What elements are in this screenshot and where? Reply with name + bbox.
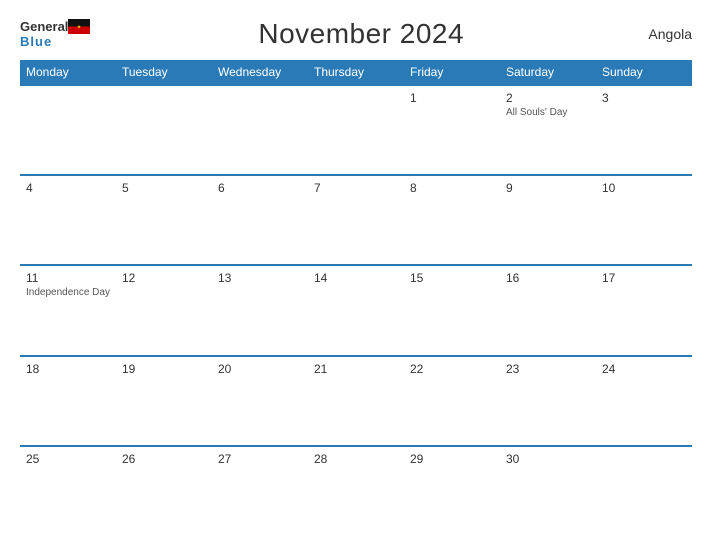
day-number: 18 [26,362,110,376]
calendar-cell: 25 [20,446,116,536]
calendar-cell: 23 [500,356,596,446]
col-saturday: Saturday [500,60,596,85]
calendar-cell: 1 [404,85,500,175]
day-number: 6 [218,181,302,195]
holiday-label: All Souls' Day [506,107,590,118]
calendar-cell: 3 [596,85,692,175]
day-number: 12 [122,271,206,285]
calendar-page: General ✦ Blue Novem [0,0,712,550]
calendar-cell: 14 [308,265,404,355]
day-number: 20 [218,362,302,376]
calendar-cell: 13 [212,265,308,355]
day-number: 1 [410,91,494,105]
day-number: 28 [314,452,398,466]
day-number: 2 [506,91,590,105]
day-number: 15 [410,271,494,285]
logo-general-text: General [20,20,68,33]
day-number: 5 [122,181,206,195]
calendar-cell: 5 [116,175,212,265]
calendar-cell [212,85,308,175]
holiday-label: Independence Day [26,287,110,298]
calendar-cell [116,85,212,175]
calendar-cell [308,85,404,175]
calendar-cell: 22 [404,356,500,446]
calendar-body: 12 All Souls' Day 3 456789 10 11 Independence … [20,85,692,536]
day-number: 17 [602,271,686,285]
day-number: 21 [314,362,398,376]
calendar-cell: 27 [212,446,308,536]
calendar-cell: 12 [116,265,212,355]
col-wednesday: Wednesday [212,60,308,85]
col-friday: Friday [404,60,500,85]
calendar-cell: 7 [308,175,404,265]
calendar-cell: 20 [212,356,308,446]
svg-text:✦: ✦ [77,24,82,31]
calendar-cell: 11 Independence Day [20,265,116,355]
calendar-cell: 4 [20,175,116,265]
calendar-cell: 16 [500,265,596,355]
day-number: 10 [602,181,686,195]
day-number: 30 [506,452,590,466]
calendar-cell: 29 [404,446,500,536]
day-number: 3 [602,91,686,105]
calendar-cell: 28 [308,446,404,536]
calendar-title: November 2024 [258,18,464,50]
calendar-cell: 15 [404,265,500,355]
calendar-cell: 24 [596,356,692,446]
day-number: 7 [314,181,398,195]
day-number: 11 [26,271,110,285]
day-number: 14 [314,271,398,285]
calendar-header: General ✦ Blue Novem [20,18,692,50]
day-number: 9 [506,181,590,195]
calendar-cell: 30 [500,446,596,536]
day-number: 27 [218,452,302,466]
col-monday: Monday [20,60,116,85]
calendar-cell: 9 [500,175,596,265]
col-sunday: Sunday [596,60,692,85]
day-number: 22 [410,362,494,376]
logo: General ✦ Blue [20,19,90,49]
calendar-cell: 6 [212,175,308,265]
day-number: 24 [602,362,686,376]
day-number: 13 [218,271,302,285]
calendar-cell: 18 [20,356,116,446]
calendar-cell [20,85,116,175]
day-number: 23 [506,362,590,376]
day-number: 4 [26,181,110,195]
country-label: Angola [632,26,692,42]
logo-blue-text: Blue [20,34,52,49]
day-number: 25 [26,452,110,466]
calendar-table: Monday Tuesday Wednesday Thursday Friday… [20,60,692,536]
day-number: 16 [506,271,590,285]
calendar-cell: 10 [596,175,692,265]
col-tuesday: Tuesday [116,60,212,85]
calendar-cell: 2 All Souls' Day [500,85,596,175]
day-number: 26 [122,452,206,466]
calendar-cell: 19 [116,356,212,446]
calendar-cell: 26 [116,446,212,536]
day-number: 29 [410,452,494,466]
col-thursday: Thursday [308,60,404,85]
calendar-cell: 21 [308,356,404,446]
calendar-cell: 8 [404,175,500,265]
calendar-cell: 17 [596,265,692,355]
day-number: 8 [410,181,494,195]
logo-flag-icon: ✦ [68,19,90,34]
calendar-cell [596,446,692,536]
day-number: 19 [122,362,206,376]
calendar-header-row: Monday Tuesday Wednesday Thursday Friday… [20,60,692,85]
